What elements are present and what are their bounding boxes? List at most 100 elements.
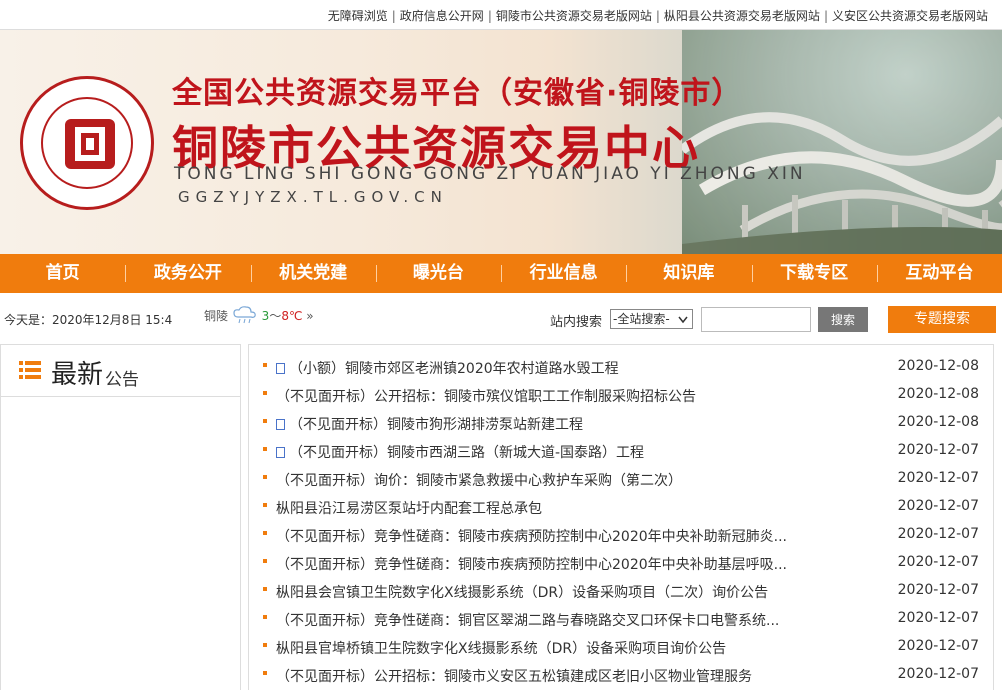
nav-home[interactable]: 首页 [0,254,125,293]
notice-link[interactable]: （不见面开标）铜陵市狗形湖排涝泵站新建工程 [276,414,876,434]
bridge-photo [679,30,1002,254]
notice-title: （不见面开标）铜陵市狗形湖排涝泵站新建工程 [289,417,583,433]
temp-separator: ～ [269,309,282,323]
notice-title: （不见面开标）竞争性磋商：铜陵市疾病预防控制中心2020年中央补助新冠肺炎... [276,529,787,545]
list-item: （不见面开标）竞争性磋商：铜官区翠湖二路与春晓路交叉口环保卡口电警系统... 20… [249,606,993,634]
search-button[interactable]: 搜索 [818,307,868,332]
logo[interactable] [20,76,154,210]
nav-exposure[interactable]: 曝光台 [375,254,501,293]
bullet-icon [263,643,267,647]
nav-interaction[interactable]: 互动平台 [876,254,1002,293]
search-input[interactable] [701,307,811,332]
notice-link[interactable]: （不见面开标）询价：铜陵市紧急救援中心救护车采购（第二次） [276,470,876,490]
notice-link[interactable]: 枞阳县会宫镇卫生院数字化X线摄影系统（DR）设备采购项目（二次）询价公告 [276,582,876,602]
panel-title-small: 公告 [105,370,139,390]
list-icon [19,361,41,379]
new-marker-icon [276,447,285,458]
bullet-icon [263,503,267,507]
notice-link[interactable]: （不见面开标）公开招标：铜陵市义安区五松镇建成区老旧小区物业管理服务 [276,666,876,686]
latest-notice-panel: 最新 公告 [0,344,241,690]
link-accessibility[interactable]: 无障碍浏览 [328,9,388,23]
weather-more[interactable]: » [306,309,313,323]
notice-link[interactable]: （小额）铜陵市郊区老洲镇2020年农村道路水毁工程 [276,358,876,378]
link-yian-old-site[interactable]: 义安区公共资源交易老版网站 [832,9,988,23]
top-links: 无障碍浏览 | 政府信息公开网 | 铜陵市公共资源交易老版网站 | 枞阳县公共资源交易老版网… [327,9,988,23]
notice-date: 2020-12-07 [897,554,979,570]
notice-title: 枞阳县官埠桥镇卫生院数字化X线摄影系统（DR）设备采购项目询价公告 [276,641,727,657]
list-item: （不见面开标）竞争性磋商：铜陵市疾病预防控制中心2020年中央补助基层呼吸...… [249,550,993,578]
nav-industry-info[interactable]: 行业信息 [501,254,626,293]
notice-date: 2020-12-07 [897,498,979,514]
list-item: 枞阳县官埠桥镇卫生院数字化X线摄影系统（DR）设备采购项目询价公告 2020-12… [249,634,993,662]
notice-date: 2020-12-07 [897,666,979,682]
bullet-icon [263,391,267,395]
nav-downloads[interactable]: 下载专区 [751,254,877,293]
notice-title: （不见面开标）询价：铜陵市紧急救援中心救护车采购（第二次） [276,473,682,489]
list-item: 枞阳县沿江易涝区泵站圩内配套工程总承包 2020-12-07 [249,494,993,522]
notice-link[interactable]: 枞阳县沿江易涝区泵站圩内配套工程总承包 [276,498,876,518]
link-gov-info[interactable]: 政府信息公开网 [400,9,484,23]
list-item: （不见面开标）公开招标：铜陵市义安区五松镇建成区老旧小区物业管理服务 2020-1… [249,662,993,690]
bullet-icon [263,671,267,675]
notice-link[interactable]: （不见面开标）竞争性磋商：铜陵市疾病预防控制中心2020年中央补助新冠肺炎... [276,526,876,546]
bullet-icon [263,447,267,451]
panel-header: 最新 公告 [1,345,240,397]
notice-date: 2020-12-08 [897,358,979,374]
notice-date: 2020-12-07 [897,638,979,654]
bullet-icon [263,475,267,479]
search-label: 站内搜索 [550,315,603,330]
notice-date: 2020-12-07 [897,442,979,458]
list-item: （不见面开标）竞争性磋商：铜陵市疾病预防控制中心2020年中央补助新冠肺炎...… [249,522,993,550]
notice-title: （不见面开标）公开招标：铜陵市殡仪馆职工工作制服采购招标公告 [276,389,696,405]
notice-date: 2020-12-07 [897,470,979,486]
pinyin-title: TONG LING SHI GONG GONG ZI YUAN JIAO YI … [174,164,806,184]
new-marker-icon [276,363,285,374]
notice-title: （小额）铜陵市郊区老洲镇2020年农村道路水毁工程 [289,361,619,377]
header-banner: 全国公共资源交易平台（安徽省·铜陵市） 铜陵市公共资源交易中心 TONG LIN… [0,30,1002,254]
bullet-icon [263,615,267,619]
notice-date: 2020-12-07 [897,526,979,542]
bullet-icon [263,419,267,423]
list-item: （不见面开标）铜陵市西湖三路（新城大道-国泰路）工程 2020-12-07 [249,438,993,466]
chevron-down-icon [678,316,688,324]
list-item: （小额）铜陵市郊区老洲镇2020年农村道路水毁工程 2020-12-08 [249,354,993,382]
top-links-bar: 无障碍浏览 | 政府信息公开网 | 铜陵市公共资源交易老版网站 | 枞阳县公共资源交易老版网… [0,0,1002,30]
bullet-icon [263,587,267,591]
notice-date: 2020-12-07 [897,610,979,626]
bullet-icon [263,559,267,563]
link-tongling-old-site[interactable]: 铜陵市公共资源交易老版网站 [496,9,652,23]
topic-search-button[interactable]: 专题搜索 [888,306,996,333]
link-zongyang-old-site[interactable]: 枞阳县公共资源交易老版网站 [664,9,820,23]
nav-gov-affairs[interactable]: 政务公开 [125,254,250,293]
notice-link[interactable]: （不见面开标）铜陵市西湖三路（新城大道-国泰路）工程 [276,442,876,462]
notice-title: （不见面开标）公开招标：铜陵市义安区五松镇建成区老旧小区物业管理服务 [276,669,752,685]
notice-title: （不见面开标）竞争性磋商：铜官区翠湖二路与春晓路交叉口环保卡口电警系统... [276,613,780,629]
notice-list: （小额）铜陵市郊区老洲镇2020年农村道路水毁工程 2020-12-08 （不见面开… [249,354,993,690]
notice-date: 2020-12-07 [897,582,979,598]
search-scope-select[interactable]: -全站搜索- [610,309,693,329]
notice-date: 2020-12-08 [897,414,979,430]
notice-link[interactable]: （不见面开标）公开招标：铜陵市殡仪馆职工工作制服采购招标公告 [276,386,876,406]
bullet-icon [263,531,267,535]
notice-link[interactable]: （不见面开标）竞争性磋商：铜陵市疾病预防控制中心2020年中央补助基层呼吸... [276,554,876,574]
main-nav: 首页 政务公开 机关党建 曝光台 行业信息 知识库 下载专区 互动平台 [0,254,1002,293]
list-item: （不见面开标）铜陵市狗形湖排涝泵站新建工程 2020-12-08 [249,410,993,438]
notice-list-panel: （小额）铜陵市郊区老洲镇2020年农村道路水毁工程 2020-12-08 （不见面开… [248,344,994,690]
notice-date: 2020-12-08 [897,386,979,402]
new-marker-icon [276,419,285,430]
current-date: 今天是：2020年12月8日 15:4 [4,313,173,327]
nav-knowledge-base[interactable]: 知识库 [626,254,751,293]
info-bar: 今天是：2020年12月8日 15:4 铜陵 3～8℃ » 站内搜索 -全站搜索… [0,293,1002,341]
list-item: （不见面开标）询价：铜陵市紧急救援中心救护车采购（第二次） 2020-12-07 [249,466,993,494]
temp-high: 8℃ [281,309,303,323]
panel-title-big: 最新 [51,360,104,390]
list-item: 枞阳县会宫镇卫生院数字化X线摄影系统（DR）设备采购项目（二次）询价公告 2020… [249,578,993,606]
search-scope-value: -全站搜索- [613,312,670,326]
notice-link[interactable]: （不见面开标）竞争性磋商：铜官区翠湖二路与春晓路交叉口环保卡口电警系统... [276,610,876,630]
weather-widget[interactable]: 铜陵 3～8℃ » [204,305,314,325]
list-item: （不见面开标）公开招标：铜陵市殡仪馆职工工作制服采购招标公告 2020-12-08 [249,382,993,410]
nav-party-building[interactable]: 机关党建 [250,254,376,293]
rain-cloud-icon [233,306,256,324]
notice-title: 枞阳县沿江易涝区泵站圩内配套工程总承包 [276,501,542,517]
notice-link[interactable]: 枞阳县官埠桥镇卫生院数字化X线摄影系统（DR）设备采购项目询价公告 [276,638,876,658]
